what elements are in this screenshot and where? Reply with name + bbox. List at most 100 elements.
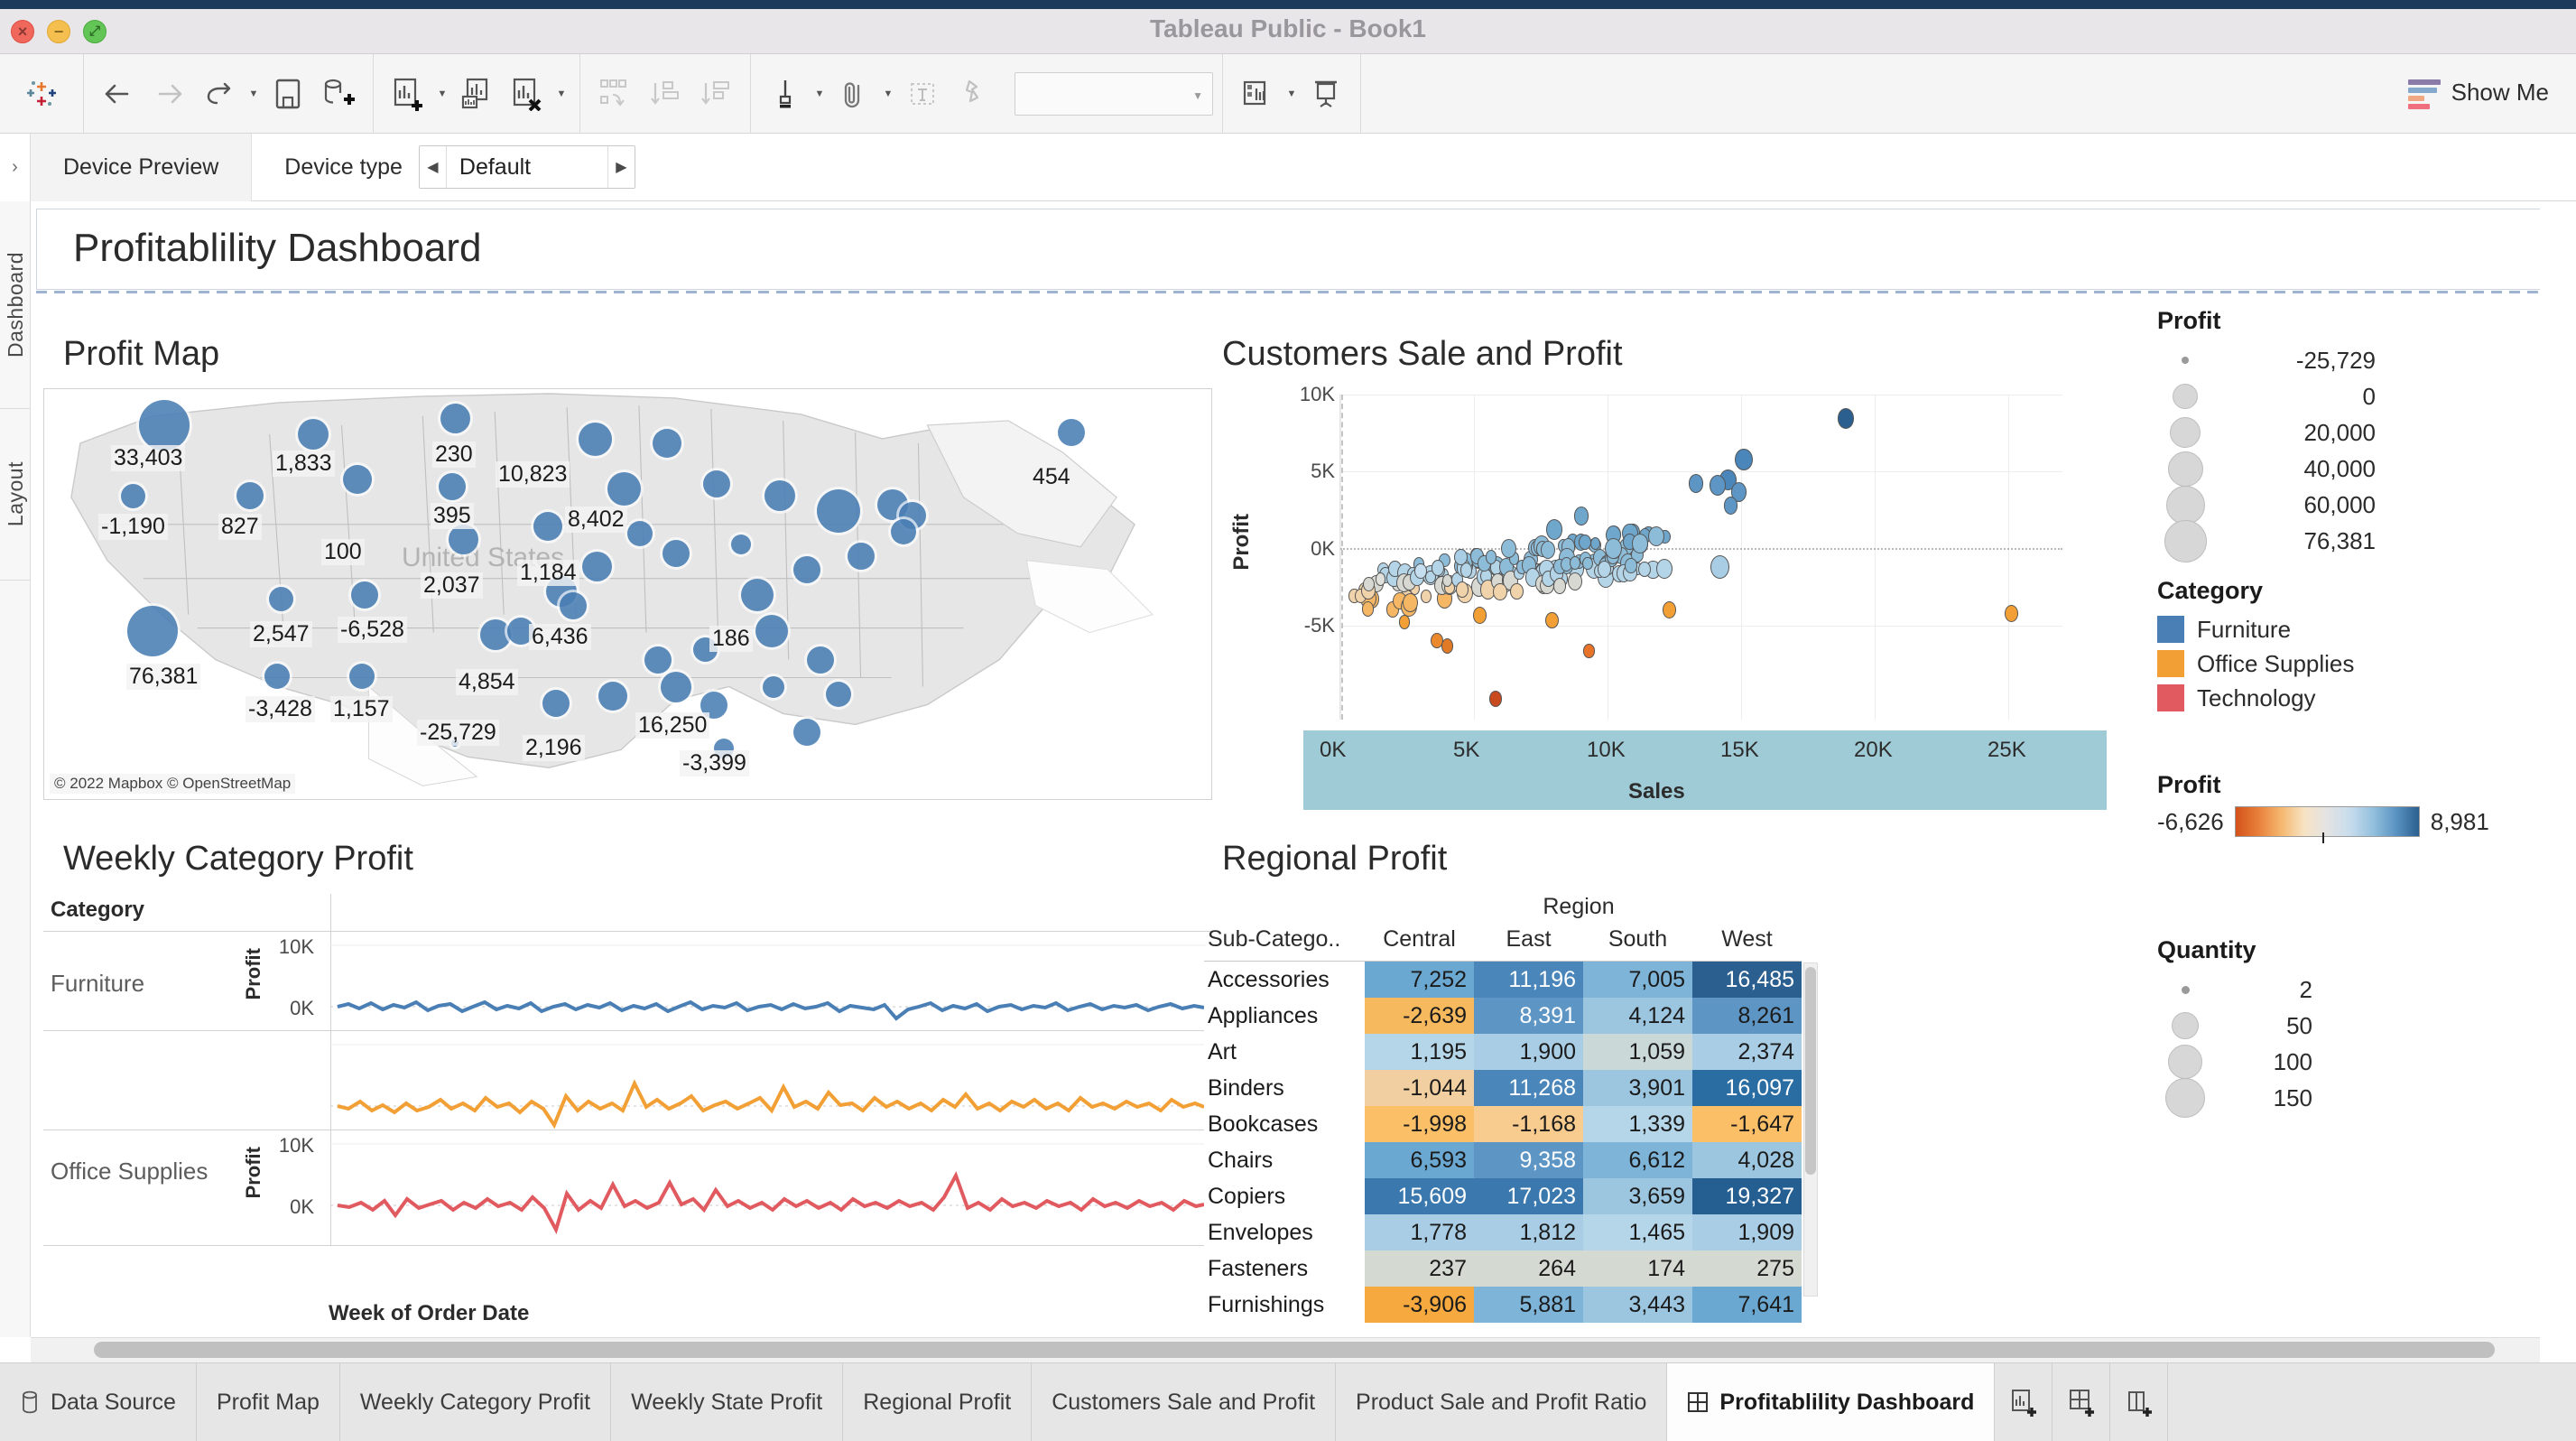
table-cell[interactable]: 5,881 — [1474, 1287, 1583, 1323]
map-marker[interactable] — [826, 682, 851, 707]
legend-quantity-row[interactable]: 150 — [2157, 1080, 2536, 1116]
sidebar-item-dashboard[interactable]: Dashboard — [0, 201, 31, 409]
scatter-point[interactable] — [1570, 556, 1580, 570]
sheet-tab-regional-profit[interactable]: Regional Profit — [843, 1363, 1032, 1441]
highlight-icon[interactable] — [760, 69, 811, 119]
table-cell[interactable]: 275 — [1692, 1250, 1802, 1287]
table-row[interactable]: Copiers 15,609 17,023 3,659 19,327 — [1204, 1178, 1802, 1214]
table-cell[interactable]: -1,168 — [1474, 1106, 1583, 1142]
map-marker[interactable] — [731, 535, 751, 554]
scatter-point[interactable] — [1735, 449, 1753, 471]
sheet-tab-customers-sale-and-profit[interactable]: Customers Sale and Profit — [1032, 1363, 1336, 1441]
customers-sale-profit-chart[interactable]: Profit 10K 5K 0K -5K 0K 5K 10K 15K 20K 25K Sa… — [1204, 378, 2007, 812]
scatter-point[interactable] — [1632, 534, 1648, 553]
table-cell[interactable]: 9,358 — [1474, 1142, 1583, 1178]
scatter-point[interactable] — [1510, 583, 1524, 600]
legend-size-row[interactable]: 20,000 — [2157, 414, 2536, 451]
legend-category-row[interactable]: Office Supplies — [2157, 646, 2536, 681]
table-cell[interactable]: 8,261 — [1692, 998, 1802, 1034]
table-row[interactable]: Chairs 6,593 9,358 6,612 4,028 — [1204, 1142, 1802, 1178]
table-scrollbar[interactable] — [1803, 962, 1818, 1297]
scatter-point[interactable] — [1421, 590, 1432, 603]
legend-category-row[interactable]: Furniture — [2157, 612, 2536, 646]
map-marker[interactable] — [703, 470, 730, 497]
new-story-tab-button[interactable] — [2110, 1363, 2168, 1441]
sheet-tab-product-sale-and-profit-ratio[interactable]: Product Sale and Profit Ratio — [1336, 1363, 1667, 1441]
scatter-x-axis-band[interactable] — [1303, 730, 2107, 810]
table-cell[interactable]: 19,327 — [1692, 1178, 1802, 1214]
map-marker[interactable] — [582, 552, 612, 581]
scatter-point[interactable] — [1625, 558, 1636, 573]
map-marker[interactable] — [661, 672, 691, 702]
table-cell[interactable]: 1,465 — [1583, 1214, 1692, 1250]
sort-descending-icon[interactable] — [690, 69, 741, 119]
table-row[interactable]: Appliances -2,639 8,391 4,124 8,261 — [1204, 998, 1802, 1034]
table-cell[interactable]: 1,059 — [1583, 1034, 1692, 1070]
map-marker[interactable] — [480, 619, 511, 650]
map-marker[interactable] — [440, 404, 470, 433]
map-marker[interactable] — [764, 480, 795, 511]
sheet-tab-data-source[interactable]: Data Source — [0, 1363, 197, 1441]
legend-size-row[interactable]: 60,000 — [2157, 487, 2536, 523]
table-column-header[interactable]: South — [1583, 926, 1692, 953]
map-marker[interactable] — [755, 615, 788, 647]
table-cell[interactable]: 1,339 — [1583, 1106, 1692, 1142]
table-cell[interactable]: 7,005 — [1583, 962, 1692, 998]
table-cell[interactable]: 8,391 — [1474, 998, 1583, 1034]
table-cell[interactable]: 3,443 — [1583, 1287, 1692, 1323]
scatter-point[interactable] — [1432, 560, 1444, 576]
scatter-point[interactable] — [1724, 497, 1738, 515]
legend-category-row[interactable]: Technology — [2157, 681, 2536, 715]
scatter-point[interactable] — [1656, 559, 1673, 579]
canvas-scrollbar-thumb[interactable] — [94, 1342, 2495, 1358]
table-cell[interactable]: 1,195 — [1365, 1034, 1474, 1070]
table-cell[interactable]: 4,124 — [1583, 998, 1692, 1034]
new-worksheet-tab-button[interactable] — [1995, 1363, 2052, 1441]
table-cell[interactable]: 17,023 — [1474, 1178, 1583, 1214]
device-type-next-icon[interactable]: ▶ — [607, 146, 635, 188]
legend-size-row[interactable]: 40,000 — [2157, 451, 2536, 487]
table-cell[interactable]: 6,612 — [1583, 1142, 1692, 1178]
map-marker[interactable] — [542, 690, 570, 717]
map-marker[interactable] — [763, 676, 784, 698]
undo-redo-dropdown-caret-icon[interactable]: ▼ — [245, 69, 263, 119]
sort-ascending-icon[interactable] — [640, 69, 690, 119]
map-marker[interactable] — [236, 482, 264, 509]
group-members-caret-icon[interactable]: ▼ — [879, 69, 897, 119]
scatter-point[interactable] — [1454, 549, 1468, 566]
table-cell[interactable]: -3,906 — [1365, 1287, 1474, 1323]
scatter-point[interactable] — [1403, 593, 1418, 612]
sheet-tab-profit-map[interactable]: Profit Map — [197, 1363, 340, 1441]
map-marker[interactable] — [663, 540, 690, 567]
scatter-point[interactable] — [1493, 583, 1507, 601]
scatter-point[interactable] — [1648, 526, 1664, 546]
forward-icon[interactable] — [144, 69, 194, 119]
scatter-point[interactable] — [1545, 612, 1559, 629]
map-marker[interactable] — [817, 489, 860, 533]
table-cell[interactable]: 1,812 — [1474, 1214, 1583, 1250]
scatter-point[interactable] — [1710, 555, 1729, 579]
table-scrollbar-thumb[interactable] — [1805, 967, 1816, 1175]
map-marker[interactable] — [607, 472, 641, 506]
legend-quantity-row[interactable]: 100 — [2157, 1044, 2536, 1080]
table-cell[interactable]: 3,659 — [1583, 1178, 1692, 1214]
map-marker[interactable] — [848, 543, 875, 570]
table-cell[interactable]: -1,647 — [1692, 1106, 1802, 1142]
map-marker[interactable] — [653, 429, 681, 458]
table-cell[interactable]: 15,609 — [1365, 1178, 1474, 1214]
weekly-row-furniture[interactable]: Furniture Profit 10K 0K — [43, 932, 1212, 1031]
scatter-point[interactable] — [1605, 538, 1622, 559]
tableau-logo-icon[interactable] — [16, 69, 67, 119]
scatter-point[interactable] — [1598, 561, 1611, 578]
duplicate-sheet-icon[interactable] — [451, 69, 502, 119]
table-cell[interactable]: 11,196 — [1474, 962, 1583, 998]
scatter-point[interactable] — [1376, 572, 1386, 586]
fit-select[interactable]: ▼ — [1015, 72, 1213, 116]
weekly-row-technology[interactable]: Technology Profit 10K 0K — [43, 1130, 1212, 1246]
scatter-point[interactable] — [2005, 605, 2018, 622]
sidebar-expand-icon[interactable]: › — [0, 134, 31, 201]
device-type-selector[interactable]: ◀ Default ▶ — [419, 145, 635, 189]
table-row[interactable]: Bookcases -1,998 -1,168 1,339 -1,647 — [1204, 1106, 1802, 1142]
map-marker[interactable] — [560, 592, 587, 619]
map-marker[interactable] — [343, 465, 372, 494]
